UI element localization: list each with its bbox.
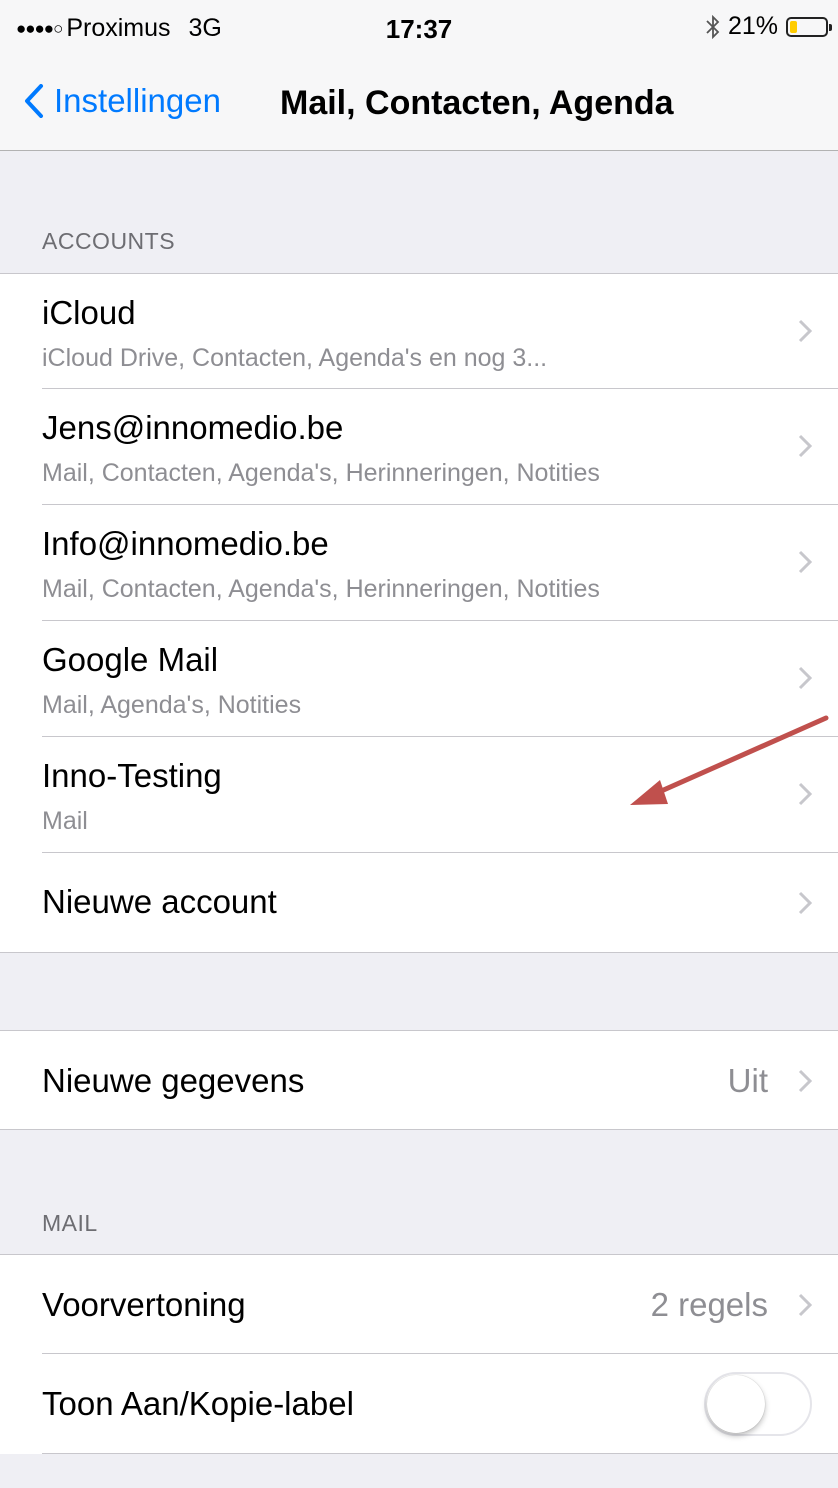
chevron-right-icon — [798, 434, 812, 458]
chevron-right-icon — [798, 1069, 812, 1093]
account-row-info[interactable]: Info@innomedio.be Mail, Contacten, Agend… — [0, 505, 838, 621]
back-button[interactable]: Instellingen — [24, 82, 221, 120]
account-subtitle: Mail, Contacten, Agenda's, Herinneringen… — [42, 575, 600, 603]
show-to-cc-label: Toon Aan/Kopie-label — [42, 1385, 354, 1422]
account-row-jens[interactable]: Jens@innomedio.be Mail, Contacten, Agend… — [0, 389, 838, 505]
account-title: Info@innomedio.be — [42, 525, 329, 562]
preview-row[interactable]: Voorvertoning 2 regels — [0, 1255, 838, 1354]
status-bar: ●●●●○ Proximus 3G 17:37 21% — [0, 0, 838, 64]
account-subtitle: Mail, Contacten, Agenda's, Herinneringen… — [42, 459, 600, 487]
chevron-left-icon — [25, 84, 43, 118]
fetch-group: Nieuwe gegevens Uit — [0, 1030, 838, 1130]
account-subtitle: Mail — [42, 807, 88, 835]
mail-group: Voorvertoning 2 regels Toon Aan/Kopie-la… — [0, 1254, 838, 1454]
bluetooth-icon — [706, 14, 720, 39]
fetch-label: Nieuwe gegevens — [42, 1062, 305, 1099]
battery-icon — [786, 16, 832, 37]
account-title: iCloud — [42, 294, 136, 331]
navigation-bar: Instellingen Mail, Contacten, Agenda — [0, 64, 838, 151]
account-row-inno-testing[interactable]: Inno-Testing Mail — [0, 737, 838, 853]
account-row-icloud[interactable]: iCloud iCloud Drive, Contacten, Agenda's… — [0, 274, 838, 389]
battery-percentage: 21% — [727, 12, 778, 40]
add-account-label: Nieuwe account — [42, 883, 277, 920]
account-subtitle: iCloud Drive, Contacten, Agenda's en nog… — [42, 344, 548, 372]
fetch-value: Uit — [727, 1062, 768, 1099]
chevron-right-icon — [798, 319, 812, 343]
back-label: Instellingen — [54, 82, 221, 119]
section-header-accounts: ACCOUNTS — [42, 228, 176, 254]
account-title: Jens@innomedio.be — [42, 409, 344, 446]
preview-label: Voorvertoning — [42, 1286, 246, 1323]
add-account-row[interactable]: Nieuwe account — [0, 853, 838, 952]
accounts-group: iCloud iCloud Drive, Contacten, Agenda's… — [0, 273, 838, 953]
chevron-right-icon — [798, 891, 812, 915]
preview-value: 2 regels — [650, 1286, 768, 1323]
account-title: Inno-Testing — [42, 757, 222, 794]
section-header-mail: MAIL — [42, 1210, 98, 1236]
fetch-new-data-row[interactable]: Nieuwe gegevens Uit — [0, 1031, 838, 1129]
page-title: Mail, Contacten, Agenda — [280, 84, 674, 122]
chevron-right-icon — [798, 782, 812, 806]
account-subtitle: Mail, Agenda's, Notities — [42, 691, 302, 719]
toggle-knob — [707, 1375, 765, 1433]
show-to-cc-row: Toon Aan/Kopie-label — [0, 1354, 838, 1454]
show-to-cc-toggle[interactable] — [704, 1372, 812, 1436]
chevron-right-icon — [798, 550, 812, 574]
account-title: Google Mail — [42, 641, 219, 678]
status-right: 21% — [706, 12, 832, 41]
account-row-google[interactable]: Google Mail Mail, Agenda's, Notities — [0, 621, 838, 737]
chevron-right-icon — [798, 666, 812, 690]
chevron-right-icon — [798, 1293, 812, 1317]
